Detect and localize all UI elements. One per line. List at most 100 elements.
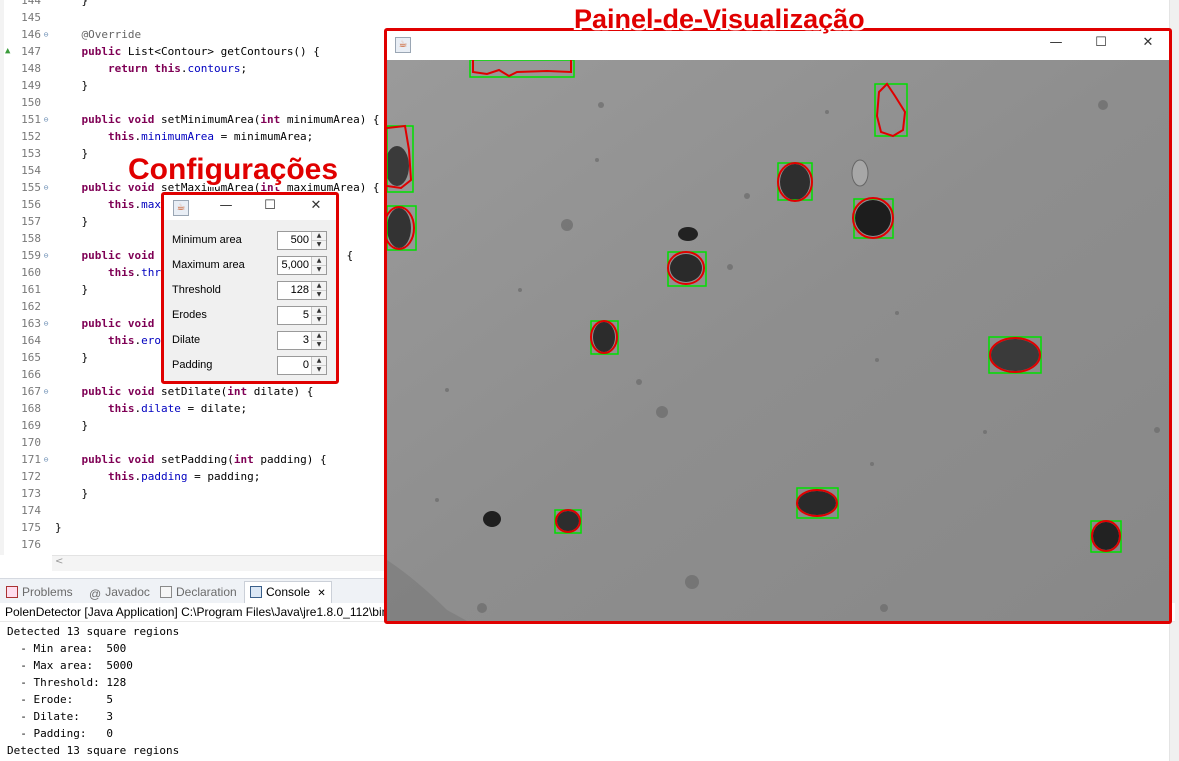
spinner-up-icon[interactable]: ▲ [312,332,326,341]
spinner-buttons: ▲ ▼ [311,282,326,299]
console-line: - Dilate: 3 [7,710,113,723]
code-text: public void setDilate(int dilate) { [81,385,314,398]
code-text: @Override [81,28,142,41]
tab-declaration-label: Declaration [176,585,237,599]
spinner-up-icon[interactable]: ▲ [312,232,326,241]
spinner-down-icon[interactable]: ▼ [312,291,326,299]
line-number: 156 [21,198,41,211]
setting-label: Maximum area [172,259,245,271]
maximize-button[interactable]: ☐ [1091,35,1111,50]
console-line: - Max area: 5000 [7,659,133,672]
console-line: Detected 13 square regions [7,744,180,757]
setting-spinner[interactable]: 3 ▲ ▼ [277,331,327,350]
setting-row: Erodes 5 ▲ ▼ [164,306,336,326]
line-number: 144 [21,0,41,7]
spinner-up-icon[interactable]: ▲ [312,282,326,291]
settings-minimize-button[interactable]: — [216,198,236,213]
line-number: 158 [21,232,41,245]
setting-label: Padding [172,359,213,371]
line-number: 159 [21,249,41,262]
tab-console[interactable]: Console ✕ [244,581,332,604]
spinner-up-icon[interactable]: ▲ [312,307,326,316]
line-number: 152 [21,130,41,143]
line-number: 151 [21,113,41,126]
setting-spinner[interactable]: 5 ▲ ▼ [277,306,327,325]
line-number: 167 [21,385,41,398]
problems-icon [6,586,18,598]
setting-row: Padding 0 ▲ ▼ [164,356,336,376]
console-line: - Min area: 500 [7,642,127,655]
line-number: 171 [21,453,41,466]
line-number: 150 [21,96,41,109]
fold-toggle-icon[interactable]: ⊖ [41,383,51,400]
line-number: 175 [21,521,41,534]
spinner-value[interactable]: 5,000 [281,259,309,271]
fold-toggle-icon[interactable]: ⊖ [41,451,51,468]
fold-toggle-icon[interactable]: ⊖ [41,247,51,264]
close-tab-icon[interactable]: ✕ [317,588,325,599]
spinner-value[interactable]: 128 [291,284,309,296]
fold-toggle-icon[interactable]: ⊖ [41,179,51,196]
spinner-down-icon[interactable]: ▼ [312,241,326,249]
tab-problems[interactable]: Problems [6,583,73,601]
line-number: 170 [21,436,41,449]
spinner-value[interactable]: 0 [303,359,309,371]
line-number: 153 [21,147,41,160]
fold-toggle-icon[interactable]: ⊖ [41,315,51,332]
setting-spinner[interactable]: 500 ▲ ▼ [277,231,327,250]
microscope-background [387,60,1169,621]
visualization-panel-annotation: Painel-de-Visualização [574,4,865,34]
pollen-image-canvas [387,60,1169,621]
undetected-grain [851,159,869,187]
spinner-value[interactable]: 3 [303,334,309,346]
line-number: 154 [21,164,41,177]
line-number: 157 [21,215,41,228]
tab-console-label: Console [266,585,311,599]
setting-spinner[interactable]: 5,000 ▲ ▼ [277,256,327,275]
spinner-down-icon[interactable]: ▼ [312,366,326,374]
declaration-icon [160,586,172,598]
line-number: 146 [21,28,41,41]
setting-row: Threshold 128 ▲ ▼ [164,281,336,301]
line-number: 165 [21,351,41,364]
spinner-value[interactable]: 500 [291,234,309,246]
console-output[interactable]: Detected 13 square regions - Min area: 5… [0,622,1160,761]
setting-label: Erodes [172,309,207,321]
code-text: } [55,147,89,160]
settings-annotation: Configurações [128,153,339,186]
code-text: } [55,351,89,364]
visualization-titlebar[interactable]: ☕ — ☐ ✕ [387,31,1169,59]
spinner-down-icon[interactable]: ▼ [312,341,326,349]
setting-spinner[interactable]: 128 ▲ ▼ [277,281,327,300]
setting-spinner[interactable]: 0 ▲ ▼ [277,356,327,375]
scroll-left-icon[interactable]: < [55,556,63,567]
tab-declaration[interactable]: Declaration [160,583,237,601]
spinner-up-icon[interactable]: ▲ [312,357,326,366]
line-number: 160 [21,266,41,279]
code-text: public void setMinimumArea(int minimumAr… [81,113,380,126]
close-button[interactable]: ✕ [1138,35,1158,50]
spinner-buttons: ▲ ▼ [311,257,326,274]
setting-label: Minimum area [172,234,242,246]
settings-maximize-button[interactable]: ☐ [260,198,280,213]
line-number: 163 [21,317,41,330]
fold-toggle-icon[interactable]: ⊖ [41,111,51,128]
line-number: 148 [21,62,41,75]
spinner-down-icon[interactable]: ▼ [312,266,326,274]
line-number: 145 [21,11,41,24]
settings-window: ☕ — ☐ ✕ Minimum area 500 ▲ ▼ Maximum area 5,0… [161,192,339,384]
line-number: 162 [21,300,41,313]
settings-titlebar[interactable]: ☕ — ☐ ✕ [164,195,336,220]
tab-javadoc[interactable]: @ Javadoc [89,583,150,601]
spinner-value[interactable]: 5 [303,309,309,321]
settings-close-button[interactable]: ✕ [306,198,326,213]
spinner-down-icon[interactable]: ▼ [312,316,326,324]
code-text: } [55,0,89,7]
spinner-up-icon[interactable]: ▲ [312,257,326,266]
fold-toggle-icon[interactable]: ⊖ [41,26,51,43]
minimize-button[interactable]: — [1046,35,1066,50]
line-number: 174 [21,504,41,517]
setting-label: Threshold [172,284,221,296]
tab-javadoc-label: Javadoc [105,585,150,599]
override-marker-icon: ▲ [5,46,11,56]
